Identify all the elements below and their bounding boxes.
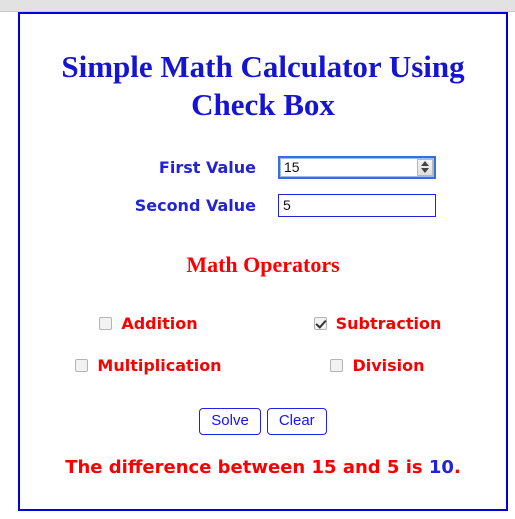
operator-checkbox-grid: Addition Subtraction Multiplication Divi… bbox=[20, 302, 506, 386]
solve-button[interactable]: Solve bbox=[199, 408, 261, 435]
first-value-input-wrap bbox=[278, 155, 436, 179]
operator-row-2: Multiplication Division bbox=[34, 344, 492, 386]
checkbox-item-addition[interactable]: Addition bbox=[34, 314, 263, 333]
page-title: Simple Math Calculator Using Check Box bbox=[61, 49, 465, 122]
checkbox-division-box[interactable] bbox=[330, 358, 344, 372]
math-operators-heading: Math Operators bbox=[186, 252, 340, 277]
checkbox-addition-box[interactable] bbox=[99, 316, 113, 330]
checkbox-item-multiplication[interactable]: Multiplication bbox=[34, 356, 263, 375]
checkbox-multiplication-label: Multiplication bbox=[97, 355, 222, 375]
clear-button[interactable]: Clear bbox=[266, 408, 327, 435]
checkbox-subtraction-label: Subtraction bbox=[335, 313, 442, 333]
result-suffix: . bbox=[453, 457, 461, 478]
second-value-input-wrap bbox=[278, 193, 436, 217]
number-spinner[interactable] bbox=[417, 158, 433, 176]
browser-top-strip bbox=[0, 0, 515, 12]
checkbox-division-label: Division bbox=[352, 355, 425, 375]
second-value-input[interactable] bbox=[278, 193, 436, 217]
operator-row-1: Addition Subtraction bbox=[34, 302, 492, 344]
checkbox-item-subtraction[interactable]: Subtraction bbox=[263, 314, 492, 333]
checkbox-multiplication-box[interactable] bbox=[75, 358, 89, 372]
action-buttons: Solve Clear bbox=[20, 408, 506, 435]
page-frame: Simple Math Calculator Using Check Box F… bbox=[18, 12, 508, 511]
first-value-row: First Value bbox=[20, 148, 506, 186]
checkbox-addition-label: Addition bbox=[121, 313, 198, 333]
second-value-row: Second Value bbox=[20, 186, 506, 224]
first-value-label: First Value bbox=[158, 157, 256, 177]
second-value-label: Second Value bbox=[134, 195, 256, 215]
result-prefix: The difference between 15 and 5 is bbox=[65, 457, 429, 478]
checkbox-subtraction-box[interactable] bbox=[313, 316, 327, 330]
result-message: The difference between 15 and 5 is 10. bbox=[20, 457, 506, 478]
checkbox-item-division[interactable]: Division bbox=[263, 356, 492, 375]
result-number: 10 bbox=[428, 457, 454, 478]
first-value-input[interactable] bbox=[278, 155, 436, 179]
value-fields: First Value Second Value bbox=[20, 148, 506, 224]
calculator-page: Simple Math Calculator Using Check Box F… bbox=[0, 0, 515, 519]
spinner-down-icon[interactable] bbox=[421, 168, 429, 174]
spinner-up-icon[interactable] bbox=[421, 160, 429, 166]
